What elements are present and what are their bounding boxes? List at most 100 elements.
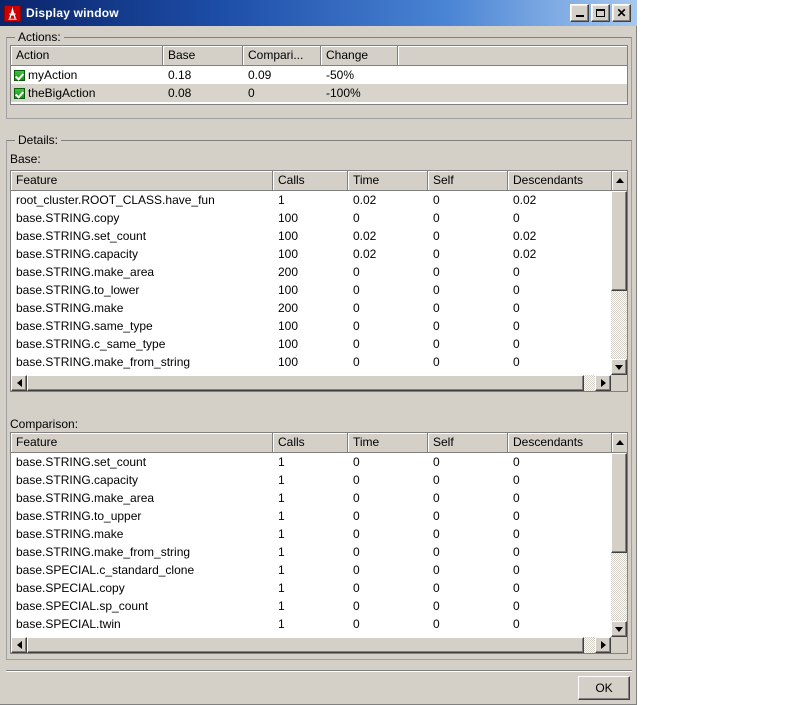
base-cell-time: 0.02 <box>353 229 377 243</box>
base-table[interactable]: Feature Calls Time Self Descendants root… <box>10 170 628 392</box>
comparison-table-header: Feature Calls Time Self Descendants <box>11 433 611 453</box>
table-row[interactable]: base.STRING.capacity 100 0.02 0 0.02 <box>11 245 611 263</box>
comparison-cell-calls: 1 <box>278 581 285 595</box>
table-row[interactable]: base.STRING.copy 100 0 0 0 <box>11 209 611 227</box>
chevron-left-icon <box>16 641 22 649</box>
comparison-col-self[interactable]: Self <box>428 433 508 453</box>
base-cell-self: 0 <box>433 211 440 225</box>
base-scroll-corner <box>611 375 627 391</box>
actions-col-change[interactable]: Change <box>321 46 398 66</box>
table-row[interactable]: myAction 0.18 0.09 -50% <box>11 66 627 84</box>
base-cell-self: 0 <box>433 337 440 351</box>
checkbox-checked-icon[interactable] <box>14 87 25 99</box>
table-row[interactable]: root_cluster.ROOT_CLASS.have_fun 1 0.02 … <box>11 191 611 209</box>
base-cell-calls: 100 <box>278 337 299 351</box>
comparison-cell-descendants: 0 <box>513 455 520 469</box>
table-row[interactable]: base.STRING.make_from_string 100 0 0 0 <box>11 353 611 371</box>
base-col-self[interactable]: Self <box>428 171 508 191</box>
comparison-col-time[interactable]: Time <box>348 433 428 453</box>
minimize-button[interactable] <box>570 4 589 22</box>
base-vscroll-thumb[interactable] <box>611 191 627 291</box>
base-cell-feature: base.STRING.make_area <box>16 265 155 279</box>
base-cell-descendants: 0 <box>513 211 520 225</box>
table-row[interactable]: base.SPECIAL.twin 1 0 0 0 <box>11 615 611 633</box>
table-row[interactable]: theBigAction 0.08 0 -100% <box>11 84 627 102</box>
comparison-cell-descendants: 0 <box>513 545 520 559</box>
actions-cell-base: 0.08 <box>168 86 192 100</box>
table-row[interactable]: base.STRING.to_upper 1 0 0 0 <box>11 507 611 525</box>
actions-table-body: myAction 0.18 0.09 -50% theBigAction 0.0… <box>11 66 627 104</box>
table-row[interactable]: base.SPECIAL.c_standard_clone 1 0 0 0 <box>11 561 611 579</box>
base-scroll-down-button[interactable] <box>611 359 627 375</box>
table-row[interactable]: base.STRING.make_area 1 0 0 0 <box>11 489 611 507</box>
table-row[interactable]: base.STRING.make 200 0 0 0 <box>11 299 611 317</box>
base-cell-descendants: 0 <box>513 301 520 315</box>
table-row[interactable]: base.STRING.set_count 100 0.02 0 0.02 <box>11 227 611 245</box>
base-col-feature[interactable]: Feature <box>11 171 273 191</box>
chevron-right-icon <box>600 641 606 649</box>
base-cell-time: 0 <box>353 283 360 297</box>
comparison-cell-self: 0 <box>433 527 440 541</box>
base-cell-time: 0.02 <box>353 193 377 207</box>
comparison-vertical-scrollbar[interactable] <box>611 453 627 637</box>
base-cell-calls: 100 <box>278 355 299 369</box>
actions-col-comparison[interactable]: Compari... <box>243 46 321 66</box>
base-cell-descendants: 0.02 <box>513 229 537 243</box>
table-row[interactable]: base.STRING.same_type 100 0 0 0 <box>11 317 611 335</box>
footer-separator <box>6 670 632 672</box>
maximize-button[interactable] <box>591 4 610 22</box>
table-row[interactable]: base.STRING.set_count 1 0 0 0 <box>11 453 611 471</box>
comparison-cell-descendants: 0 <box>513 581 520 595</box>
table-row[interactable]: base.STRING.c_same_type 100 0 0 0 <box>11 335 611 353</box>
actions-cell-action[interactable]: theBigAction <box>11 84 163 102</box>
base-cell-feature: base.STRING.c_same_type <box>16 337 166 351</box>
comparison-cell-descendants: 0 <box>513 491 520 505</box>
close-button[interactable]: ✕ <box>612 4 631 22</box>
comparison-table[interactable]: Feature Calls Time Self Descendants base… <box>10 432 628 654</box>
comparison-col-calls[interactable]: Calls <box>273 433 348 453</box>
table-row[interactable]: base.SPECIAL.copy 1 0 0 0 <box>11 579 611 597</box>
comparison-vscroll-thumb[interactable] <box>611 453 627 553</box>
base-cell-descendants: 0 <box>513 355 520 369</box>
comparison-scroll-down-button[interactable] <box>611 621 627 637</box>
comparison-scroll-right-button[interactable] <box>595 637 611 653</box>
comparison-hscroll-thumb[interactable] <box>27 637 584 653</box>
table-row[interactable]: base.SPECIAL.sp_count 1 0 0 0 <box>11 597 611 615</box>
base-cell-calls: 100 <box>278 229 299 243</box>
comparison-col-descendants[interactable]: Descendants <box>508 433 611 453</box>
base-cell-time: 0 <box>353 355 360 369</box>
comparison-horizontal-scrollbar[interactable] <box>11 637 611 653</box>
table-row[interactable]: base.STRING.make 1 0 0 0 <box>11 525 611 543</box>
actions-col-action[interactable]: Action <box>11 46 163 66</box>
base-col-calls[interactable]: Calls <box>273 171 348 191</box>
ok-button[interactable]: OK <box>578 676 630 700</box>
base-horizontal-scrollbar[interactable] <box>11 375 611 391</box>
base-scroll-left-button[interactable] <box>11 375 27 391</box>
table-row[interactable]: base.STRING.make_from_string 1 0 0 0 <box>11 543 611 561</box>
table-row[interactable]: base.STRING.to_lower 100 0 0 0 <box>11 281 611 299</box>
base-col-time[interactable]: Time <box>348 171 428 191</box>
base-hscroll-thumb[interactable] <box>27 375 584 391</box>
base-scroll-right-button[interactable] <box>595 375 611 391</box>
table-row[interactable]: base.STRING.capacity 1 0 0 0 <box>11 471 611 489</box>
window-titlebar[interactable]: Display window ✕ <box>0 0 637 26</box>
comparison-cell-self: 0 <box>433 509 440 523</box>
base-col-descendants[interactable]: Descendants <box>508 171 611 191</box>
base-vertical-scrollbar[interactable] <box>611 191 627 375</box>
base-cell-descendants: 0 <box>513 319 520 333</box>
comparison-scroll-left-button[interactable] <box>11 637 27 653</box>
base-sort-indicator[interactable] <box>611 171 627 191</box>
comparison-cell-descendants: 0 <box>513 617 520 631</box>
actions-cell-action[interactable]: myAction <box>11 66 163 84</box>
actions-table[interactable]: Action Base Compari... Change myAction 0… <box>10 45 628 105</box>
base-cell-self: 0 <box>433 283 440 297</box>
comparison-sort-indicator[interactable] <box>611 433 627 453</box>
comparison-cell-time: 0 <box>353 617 360 631</box>
table-row[interactable]: base.STRING.make_area 200 0 0 0 <box>11 263 611 281</box>
checkbox-checked-icon[interactable] <box>14 69 25 81</box>
actions-col-base[interactable]: Base <box>163 46 243 66</box>
comparison-cell-time: 0 <box>353 581 360 595</box>
comparison-col-feature[interactable]: Feature <box>11 433 273 453</box>
base-cell-descendants: 0.02 <box>513 193 537 207</box>
base-cell-calls: 100 <box>278 211 299 225</box>
